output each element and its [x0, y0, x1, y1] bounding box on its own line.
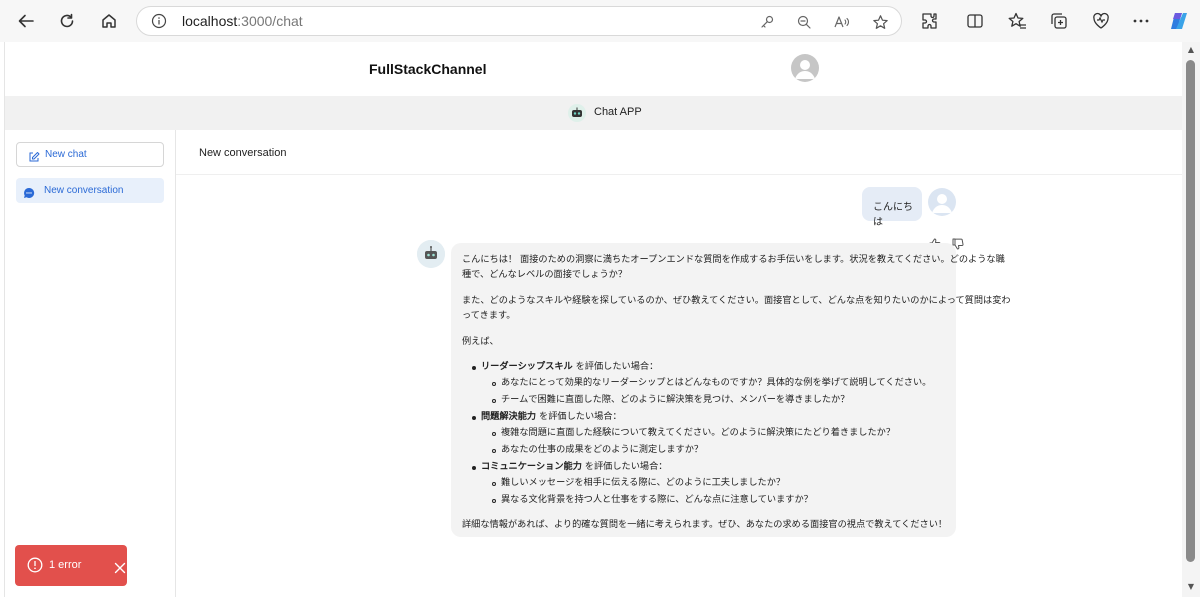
user-avatar-icon[interactable] — [791, 54, 819, 82]
scrollbar-thumb[interactable] — [1186, 60, 1195, 562]
sub-bullet — [492, 482, 496, 486]
conversation-title: New conversation — [199, 147, 287, 159]
bot-list-item: チームで困難に直面した際、どのように解決策を見つけ、メンバーを導きましたか？ — [501, 394, 850, 405]
section-suffix: を評価したい場合： — [581, 461, 668, 472]
bot-text-line: また、どのようなスキルや経験を探しているのか、ぜひ教えてください。面接官として、… — [462, 295, 1011, 306]
sidebar: New chat New conversation — [5, 130, 176, 597]
bot-text-line: ってきます。 — [462, 310, 516, 321]
split-screen-icon[interactable] — [964, 10, 986, 32]
sub-bullet — [492, 399, 496, 403]
browser-essentials-icon[interactable] — [1090, 10, 1112, 32]
refresh-icon[interactable] — [53, 8, 81, 34]
favorites-icon[interactable] — [1006, 10, 1028, 32]
url-path: :3000/chat — [237, 13, 303, 29]
bot-list-item: あなたの仕事の成果をどのように測定しますか？ — [501, 444, 704, 455]
sub-bullet — [492, 499, 496, 503]
scroll-down-icon[interactable]: ▼ — [1186, 583, 1196, 591]
sub-bullet — [492, 432, 496, 436]
section-title: コミュニケーション能力 — [481, 461, 582, 472]
bot-list-item: 複雑な問題に直面した経験について教えてください。どのように解決策にたどり着きまし… — [501, 427, 896, 438]
app-header: FullStackChannel — [5, 42, 1183, 96]
chat-app-bar: Chat APP — [5, 96, 1183, 130]
favorite-star-icon[interactable] — [870, 12, 890, 32]
close-icon[interactable] — [114, 559, 126, 574]
bullet — [472, 416, 476, 420]
section-heading: コミュニケーション能力 を評価したい場合： — [481, 459, 668, 474]
page: FullStackChannel Chat APP New chat New c… — [4, 42, 1183, 597]
section-title: 問題解決能力 — [481, 411, 537, 422]
app-title: FullStackChannel — [369, 61, 487, 77]
bot-message-bubble: こんにちは！ 面接のための洞察に満ちたオープンエンドな質問を作成するお手伝いをし… — [451, 243, 1011, 537]
extensions-icon[interactable] — [919, 10, 941, 32]
bot-text-line: 例えば、 — [462, 336, 499, 347]
section-suffix: を評価したい場合： — [536, 411, 622, 422]
site-info-icon[interactable] — [151, 13, 167, 33]
user-message-bubble: こんにちは — [862, 187, 922, 228]
bot-text-line: 種で、どんなレベルの面接でしょうか？ — [462, 269, 628, 280]
home-icon[interactable] — [95, 8, 123, 34]
sidebar-item-label: New conversation — [44, 185, 124, 196]
sidebar-item-new-conversation[interactable]: New conversation — [16, 178, 164, 203]
section-title: リーダーシップスキル — [481, 361, 573, 372]
browser-toolbar: localhost:3000/chat — [0, 0, 1200, 42]
bot-avatar-icon — [417, 240, 445, 268]
user-avatar-icon — [928, 188, 956, 216]
collections-icon[interactable] — [1048, 10, 1070, 32]
section-heading: リーダーシップスキル を評価したい場合： — [481, 359, 658, 374]
bot-list-item: 難しいメッセージを相手に伝える際に、どのように工夫しましたか？ — [501, 477, 786, 488]
new-chat-label: New chat — [45, 149, 87, 160]
section-heading: 問題解決能力 を評価したい場合： — [481, 409, 622, 424]
bullet — [472, 366, 476, 370]
bullet — [472, 466, 476, 470]
back-arrow-icon[interactable] — [12, 8, 40, 34]
sub-bullet — [492, 449, 496, 453]
key-icon[interactable] — [757, 12, 777, 32]
new-chat-button[interactable]: New chat — [16, 142, 164, 167]
section-suffix: を評価したい場合： — [572, 361, 659, 372]
read-aloud-icon[interactable] — [832, 12, 852, 32]
error-count-label: 1 error — [49, 559, 82, 571]
bot-text-line: 詳細な情報があれば、より的確な質問を一緒に考えられます。ぜひ、あなたの求める面接… — [462, 519, 948, 530]
edit-icon — [28, 148, 40, 162]
url-host: localhost — [182, 13, 238, 29]
chat-app-label: Chat APP — [594, 106, 642, 118]
error-toast[interactable]: 1 error — [15, 545, 127, 586]
scroll-up-icon[interactable]: ▲ — [1186, 46, 1196, 54]
divider — [176, 174, 1183, 175]
copilot-icon[interactable] — [1168, 10, 1190, 32]
scrollbar[interactable]: ▲ ▼ — [1182, 42, 1200, 597]
user-message-text: こんにちは — [873, 202, 913, 228]
robot-icon — [568, 104, 586, 122]
bot-list-item: 異なる文化背景を持つ人と仕事をする際に、どんな点に注意していますか？ — [501, 494, 813, 505]
sub-bullet — [492, 382, 496, 386]
chat-bubble-icon — [23, 184, 35, 198]
bot-list-item: あなたにとって効果的なリーダーシップとはどんなものですか？具体的な例を挙げて説明… — [501, 377, 932, 388]
more-menu-icon[interactable] — [1130, 10, 1152, 32]
address-bar[interactable]: localhost:3000/chat — [136, 6, 902, 36]
zoom-out-icon[interactable] — [794, 12, 814, 32]
error-icon — [27, 557, 43, 573]
bot-text-line: こんにちは！ 面接のための洞察に満ちたオープンエンドな質問を作成するお手伝いをし… — [462, 254, 1005, 265]
chat-main: New conversation こんにちは こんにちは！ 面接のための洞察に満… — [176, 130, 1183, 597]
url-text[interactable]: localhost:3000/chat — [182, 13, 303, 29]
